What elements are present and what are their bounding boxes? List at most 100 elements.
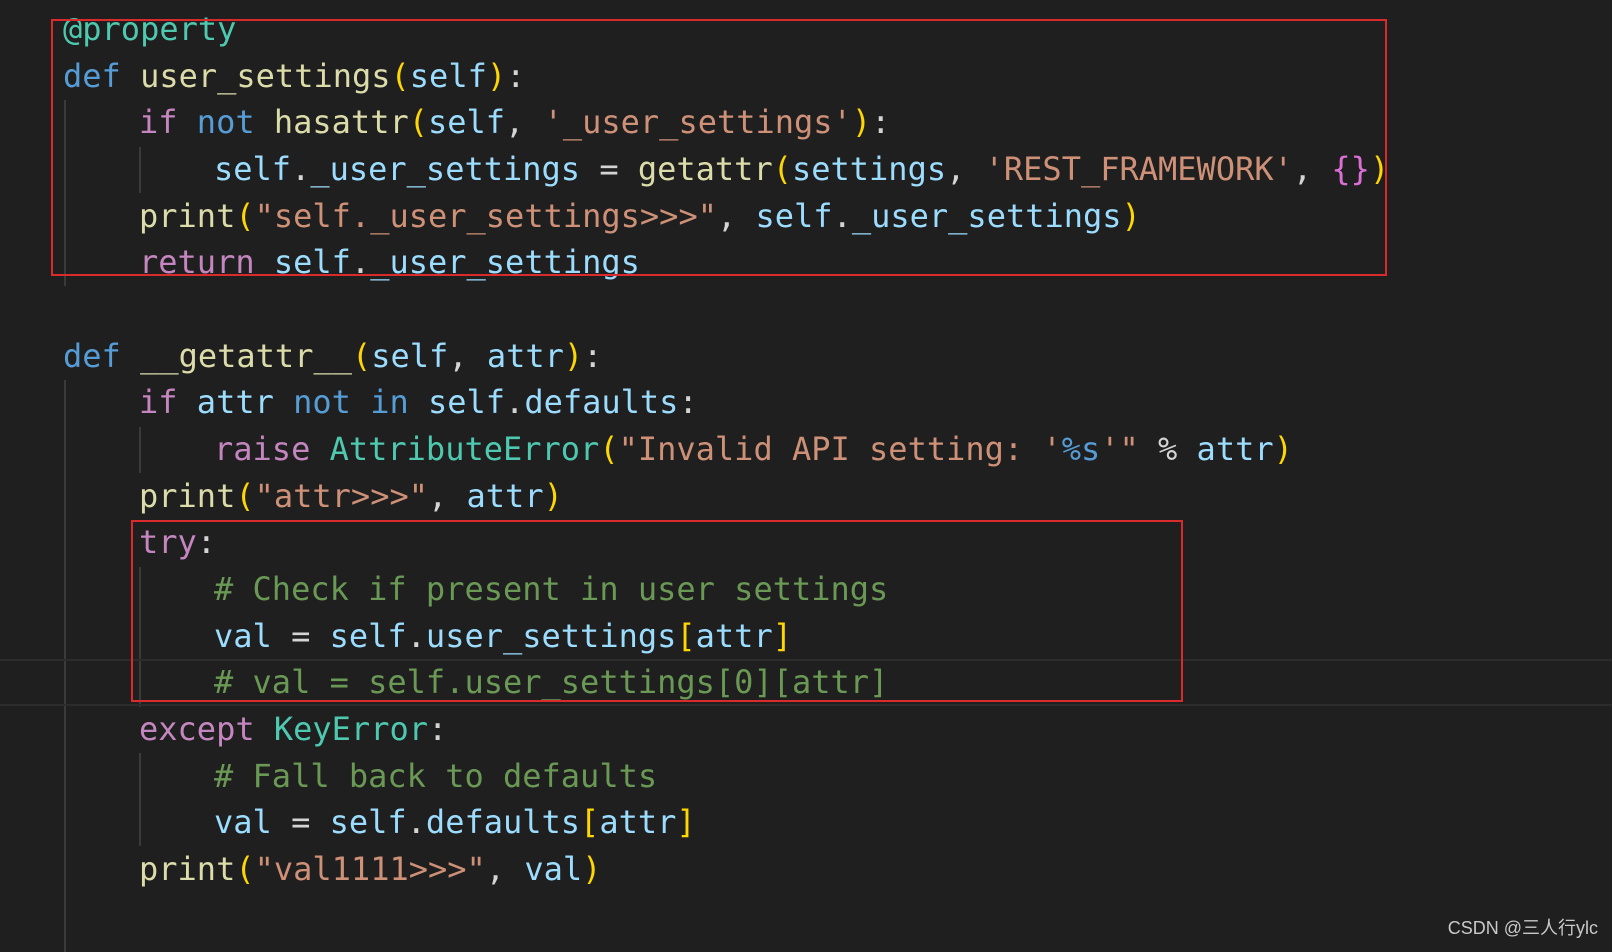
code-line-10[interactable]: raise AttributeError("Invalid API settin… bbox=[0, 426, 1612, 473]
code-token: @property bbox=[63, 10, 237, 48]
code-line-text: val = self.defaults[attr] bbox=[214, 799, 696, 846]
code-line-12[interactable]: try: bbox=[0, 519, 1612, 566]
watermark: CSDN @三人行ylc bbox=[1447, 918, 1598, 938]
code-token: ] bbox=[676, 803, 696, 841]
code-token: , bbox=[505, 103, 544, 141]
code-token: "attr>>>" bbox=[254, 477, 428, 515]
code-token: : bbox=[506, 57, 526, 95]
code-token: attr bbox=[466, 477, 544, 515]
code-token: user_settings bbox=[140, 57, 391, 95]
code-token: = bbox=[271, 617, 330, 655]
code-token: _user_settings bbox=[310, 150, 581, 188]
code-line-text: try: bbox=[139, 519, 216, 566]
code-token: if bbox=[139, 103, 197, 141]
code-token: raise bbox=[214, 430, 330, 468]
code-token: ( bbox=[235, 477, 255, 515]
code-token: self bbox=[409, 57, 487, 95]
code-token: [ bbox=[676, 617, 696, 655]
code-line-19[interactable]: print("val1111>>>", val) bbox=[0, 846, 1612, 893]
code-line-4[interactable]: self._user_settings = getattr(settings, … bbox=[0, 146, 1612, 193]
code-token: ( bbox=[235, 850, 255, 888]
code-line-text: print("self._user_settings>>>", self._us… bbox=[139, 193, 1141, 240]
code-token: AttributeError bbox=[329, 430, 600, 468]
code-token: hasattr bbox=[273, 103, 409, 141]
code-line-text: # Fall back to defaults bbox=[214, 753, 657, 800]
code-line-8[interactable]: def __getattr__(self, attr): bbox=[0, 333, 1612, 380]
code-token: in bbox=[370, 383, 428, 421]
code-token: , bbox=[427, 477, 467, 515]
code-token: ) bbox=[1121, 197, 1141, 235]
code-line-text: @property bbox=[63, 6, 236, 53]
code-token: self bbox=[329, 803, 407, 841]
code-token: def bbox=[63, 337, 141, 375]
code-line-3[interactable]: if not hasattr(self, '_user_settings'): bbox=[0, 99, 1612, 146]
code-line-text: return self._user_settings bbox=[139, 239, 640, 286]
code-token: # Fall back to defaults bbox=[214, 757, 658, 795]
code-token: KeyError bbox=[273, 710, 428, 748]
code-token: # val = self.user_settings[0][attr] bbox=[214, 663, 889, 701]
code-token: ( bbox=[351, 337, 372, 375]
code-token: "self._user_settings>>>" bbox=[254, 197, 717, 235]
code-token: . bbox=[291, 150, 311, 188]
code-token: ) bbox=[543, 477, 563, 515]
code-line-text: print("attr>>>", attr) bbox=[139, 473, 563, 520]
code-line-15-current[interactable]: # val = self.user_settings[0][attr] bbox=[0, 659, 1612, 706]
code-line-1[interactable]: @property bbox=[0, 6, 1612, 53]
code-token: not bbox=[196, 103, 274, 141]
code-token: _user_settings bbox=[370, 243, 640, 281]
code-token: self bbox=[214, 150, 292, 188]
code-token: print bbox=[139, 197, 236, 235]
code-line-18[interactable]: val = self.defaults[attr] bbox=[0, 799, 1612, 846]
code-token: defaults bbox=[524, 383, 679, 421]
code-editor[interactable]: @property def user_settings(self): if no… bbox=[0, 0, 1612, 952]
code-token: , bbox=[448, 337, 487, 375]
code-line-16[interactable]: except KeyError: bbox=[0, 706, 1612, 753]
code-token: "val1111>>>" bbox=[254, 850, 486, 888]
code-token: __getattr__ bbox=[140, 337, 352, 375]
code-line-text: self._user_settings = getattr(settings, … bbox=[214, 146, 1389, 193]
code-line-11[interactable]: print("attr>>>", attr) bbox=[0, 473, 1612, 520]
code-line-6[interactable]: return self._user_settings bbox=[0, 239, 1612, 286]
code-token: . bbox=[350, 243, 371, 281]
code-token: user_settings bbox=[425, 617, 677, 655]
code-token: self bbox=[329, 617, 407, 655]
code-token: , bbox=[946, 150, 985, 188]
code-token: attr bbox=[196, 383, 294, 421]
code-token: getattr bbox=[637, 150, 773, 188]
code-token: if bbox=[139, 383, 197, 421]
code-token: attr bbox=[695, 617, 773, 655]
code-line-17[interactable]: # Fall back to defaults bbox=[0, 753, 1612, 800]
code-line-14[interactable]: val = self.user_settings[attr] bbox=[0, 613, 1612, 660]
code-line-text: print("val1111>>>", val) bbox=[139, 846, 601, 893]
code-token: ( bbox=[408, 103, 428, 141]
code-token: self bbox=[427, 103, 506, 141]
code-line-text: # Check if present in user settings bbox=[214, 566, 888, 613]
code-token: = bbox=[580, 150, 638, 188]
code-line-2[interactable]: def user_settings(self): bbox=[0, 53, 1612, 100]
code-token: self bbox=[371, 337, 449, 375]
code-line-text: # val = self.user_settings[0][attr] bbox=[214, 659, 888, 706]
code-token: except bbox=[139, 710, 274, 748]
code-token: ) bbox=[851, 103, 872, 141]
code-token: {} bbox=[1331, 150, 1370, 188]
code-token: attr bbox=[486, 337, 564, 375]
code-token: ) bbox=[1369, 150, 1390, 188]
code-token: _user_settings bbox=[851, 197, 1122, 235]
code-token: return bbox=[139, 243, 274, 281]
code-token: self bbox=[755, 197, 833, 235]
code-token: print bbox=[139, 477, 236, 515]
code-line-text: raise AttributeError("Invalid API settin… bbox=[214, 426, 1293, 473]
code-token: ] bbox=[772, 617, 792, 655]
code-token: , bbox=[1292, 150, 1332, 188]
code-token: def bbox=[63, 57, 141, 95]
code-token: : bbox=[583, 337, 603, 375]
code-line-13[interactable]: # Check if present in user settings bbox=[0, 566, 1612, 613]
code-token: , bbox=[716, 197, 756, 235]
code-token: . bbox=[406, 617, 426, 655]
code-token: ) bbox=[1273, 430, 1293, 468]
code-token: # Check if present in user settings bbox=[214, 570, 889, 608]
code-token: %s bbox=[1061, 430, 1101, 468]
code-line-9[interactable]: if attr not in self.defaults: bbox=[0, 379, 1612, 426]
code-token: ) bbox=[563, 337, 584, 375]
code-line-5[interactable]: print("self._user_settings>>>", self._us… bbox=[0, 193, 1612, 240]
